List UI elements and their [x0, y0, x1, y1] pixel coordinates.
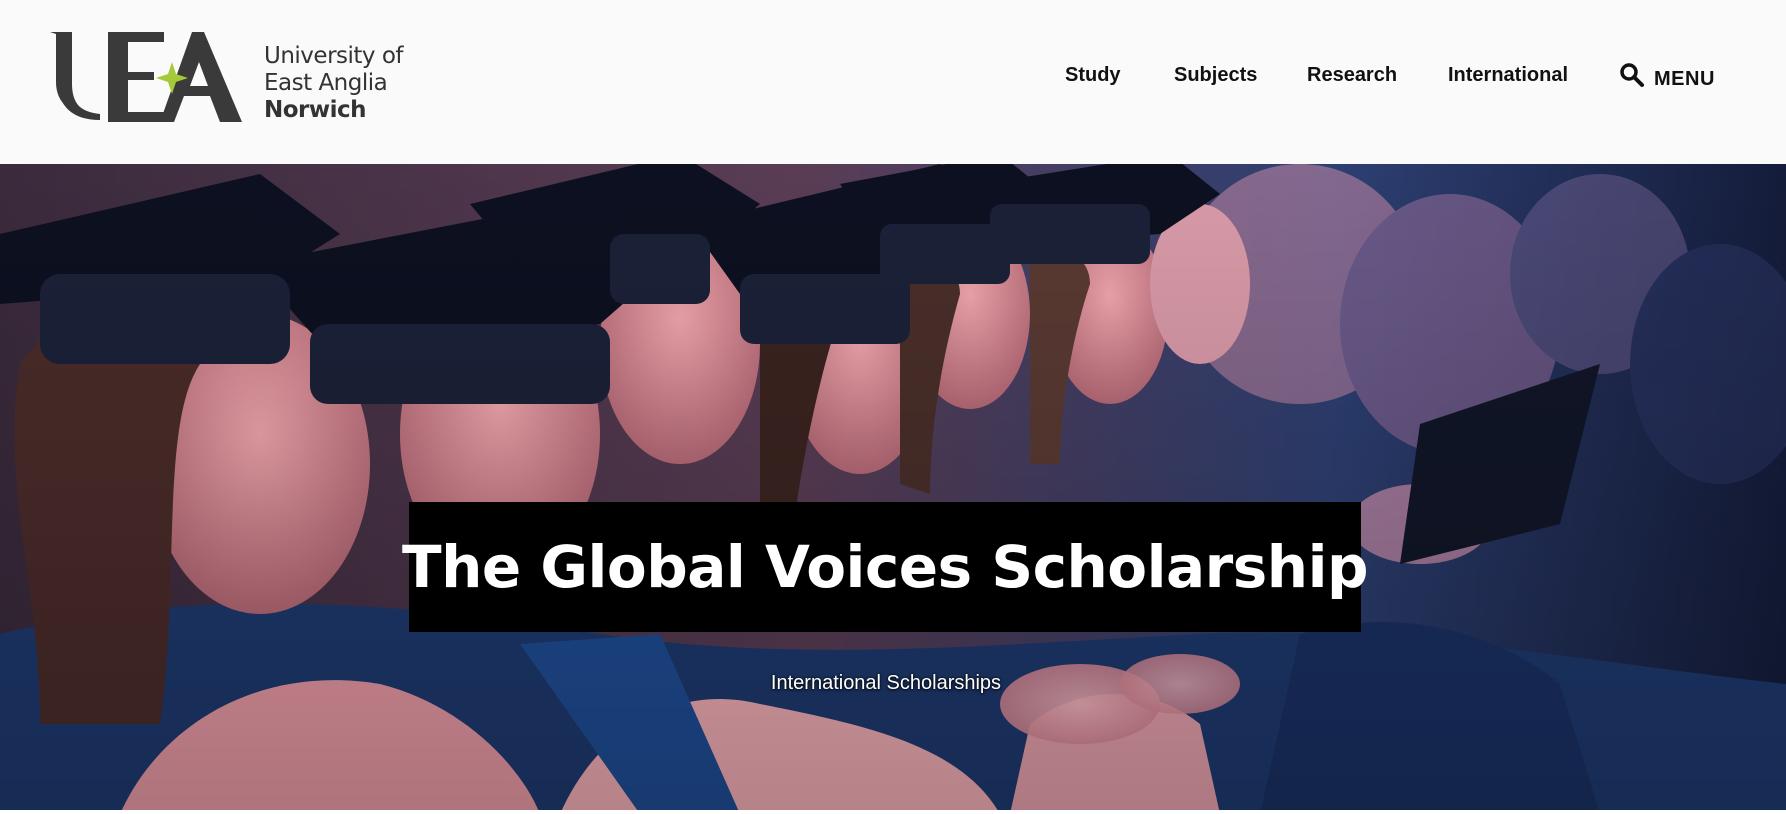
nav-item-research[interactable]: Research	[1307, 64, 1397, 87]
hero-title: The Global Voices Scholarship	[402, 533, 1368, 601]
menu-button[interactable]: MENU	[1654, 68, 1715, 91]
nav-item-international[interactable]: International	[1448, 64, 1568, 87]
hero-photo	[0, 164, 1786, 814]
page-divider	[0, 810, 1786, 814]
hero-title-box: The Global Voices Scholarship	[402, 502, 1368, 632]
site-header: University of East Anglia Norwich Study …	[0, 0, 1786, 164]
nav-item-subjects[interactable]: Subjects	[1174, 64, 1257, 87]
logo-line-3: Norwich	[264, 97, 367, 123]
search-icon[interactable]	[1619, 62, 1645, 88]
main-nav: Study Subjects Research International	[0, 64, 1786, 94]
hero-banner: The Global Voices Scholarship Internatio…	[0, 164, 1786, 814]
hero-subtitle: International Scholarships	[770, 672, 1002, 694]
nav-item-study[interactable]: Study	[1065, 64, 1121, 87]
